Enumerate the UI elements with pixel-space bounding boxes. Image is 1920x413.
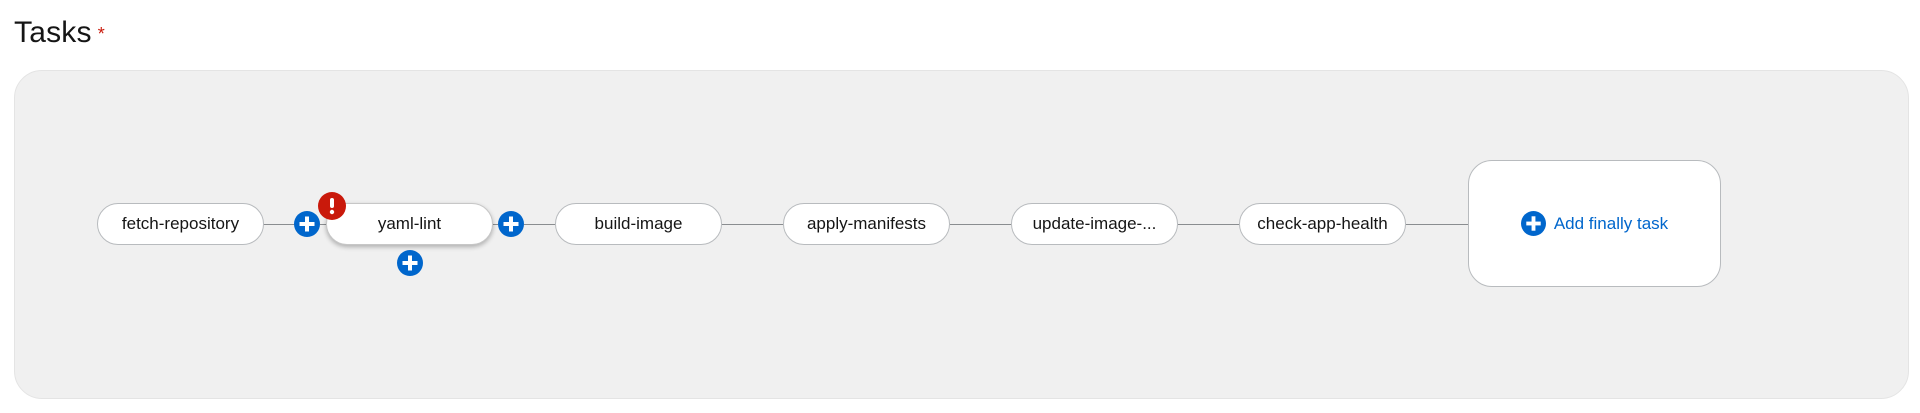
task-label: check-app-health (1257, 214, 1388, 233)
plus-circle-icon (402, 255, 418, 271)
add-task-after-button[interactable] (498, 211, 524, 237)
add-finally-task-content: Add finally task (1520, 211, 1669, 236)
exclamation-icon (329, 198, 335, 215)
add-task-before-button[interactable] (294, 211, 320, 237)
edge-apply-to-update (950, 224, 1011, 225)
task-node-check-app-health[interactable]: check-app-health (1239, 203, 1406, 245)
edge-update-to-check (1178, 224, 1239, 225)
task-node-build-image[interactable]: build-image (555, 203, 722, 245)
task-node-fetch-repository[interactable]: fetch-repository (97, 203, 264, 245)
task-label: fetch-repository (121, 214, 240, 233)
task-node-update-image[interactable]: update-image-... (1011, 203, 1178, 245)
plus-circle-icon (503, 216, 519, 232)
error-badge (318, 192, 346, 220)
edge-fetch-to-add (263, 224, 295, 225)
edge-check-to-finally (1406, 224, 1468, 225)
task-label: yaml-lint (377, 214, 442, 233)
task-label: apply-manifests (806, 214, 927, 233)
task-label: build-image (594, 214, 683, 233)
edge-add-to-build (524, 224, 555, 225)
task-label: update-image-... (1032, 214, 1157, 233)
tasks-section-title: Tasks * (14, 16, 105, 50)
add-finally-task-button[interactable]: Add finally task (1468, 160, 1721, 287)
required-marker: * (97, 24, 105, 44)
task-node-yaml-lint[interactable]: yaml-lint (326, 203, 493, 245)
plus-circle-icon (299, 216, 315, 232)
tasks-title-text: Tasks (14, 16, 92, 49)
add-parallel-task-button[interactable] (397, 250, 423, 276)
plus-circle-icon (1520, 211, 1546, 236)
add-finally-task-label: Add finally task (1553, 213, 1669, 233)
edge-build-to-apply (722, 224, 783, 225)
task-node-apply-manifests[interactable]: apply-manifests (783, 203, 950, 245)
